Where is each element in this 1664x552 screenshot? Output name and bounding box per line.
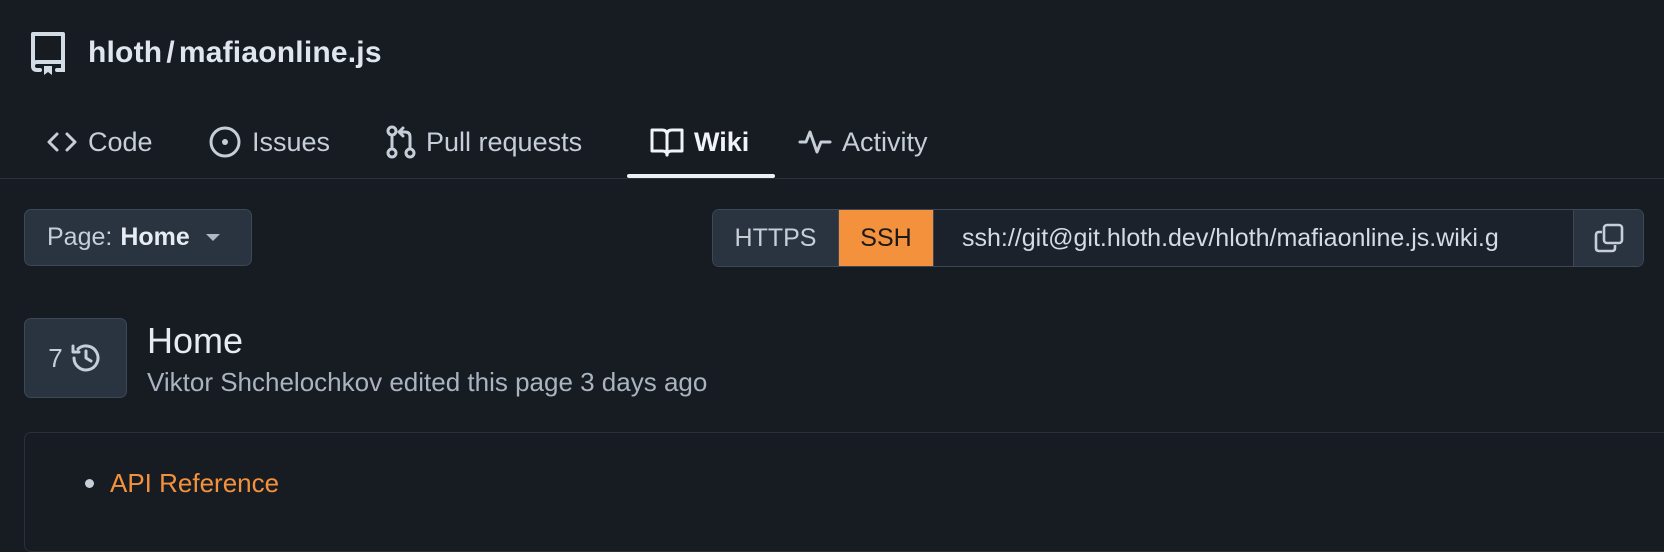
tab-wiki[interactable]: Wiki (650, 106, 749, 178)
repo-header: hloth / mafiaonline.js (0, 0, 1664, 110)
tab-issues-label: Issues (252, 126, 331, 157)
chevron-down-icon (205, 234, 220, 241)
issue-opened-icon (209, 126, 241, 158)
clone-url-box: HTTPS SSH ssh://git@git.hloth.dev/hloth/… (712, 209, 1644, 267)
repo-icon (31, 32, 65, 75)
tab-code-label: Code (88, 126, 153, 157)
copy-url-button[interactable] (1573, 210, 1643, 266)
tab-pull-requests-label: Pull requests (426, 126, 583, 157)
revision-history-button[interactable]: 7 (24, 318, 127, 398)
tab-activity[interactable]: Activity (798, 106, 928, 178)
git-pull-request-icon (386, 125, 416, 159)
tab-pull-requests[interactable]: Pull requests (386, 106, 582, 178)
bullet-icon (85, 479, 94, 488)
tab-issues[interactable]: Issues (208, 106, 330, 178)
page-select-prefix: Page: (47, 223, 113, 251)
repo-tabs: Code Issues Pull requests Wiki Activity (0, 106, 1664, 179)
tab-code[interactable]: Code (46, 106, 153, 178)
clone-ssh-button[interactable]: SSH (839, 210, 933, 266)
api-reference-link[interactable]: API Reference (110, 468, 279, 499)
page-edit-meta: Viktor Shchelochkov edited this page 3 d… (147, 367, 708, 397)
repo-name-link[interactable]: mafiaonline.js (179, 36, 382, 69)
revision-count: 7 (48, 342, 63, 373)
tab-wiki-label: Wiki (694, 126, 750, 157)
list-item: API Reference (85, 468, 279, 499)
code-icon (47, 132, 77, 152)
wiki-content-list: API Reference (85, 468, 279, 499)
clone-url-field[interactable]: ssh://git@git.hloth.dev/hloth/mafiaonlin… (933, 210, 1573, 266)
copy-icon (1594, 223, 1623, 253)
repo-owner-link[interactable]: hloth (88, 36, 162, 69)
history-icon (71, 344, 100, 372)
tab-activity-label: Activity (842, 126, 928, 157)
clone-https-button[interactable]: HTTPS (713, 210, 839, 266)
active-tab-indicator (627, 174, 775, 178)
book-icon (650, 128, 684, 157)
repo-title: hloth / mafiaonline.js (88, 36, 382, 70)
page-title: Home (147, 320, 244, 361)
pulse-icon (798, 130, 832, 154)
page-select-value: Home (120, 223, 190, 251)
repo-separator: / (166, 36, 175, 69)
page-select-dropdown[interactable]: Page: Home (24, 209, 252, 266)
